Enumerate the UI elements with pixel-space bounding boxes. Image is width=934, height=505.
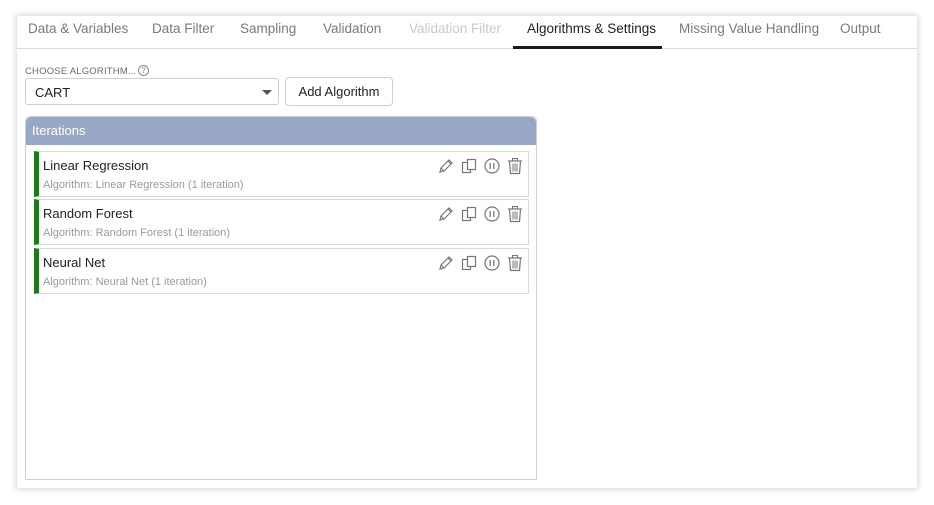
edit-icon[interactable] bbox=[437, 205, 455, 223]
iteration-subtitle: Algorithm: Linear Regression (1 iteratio… bbox=[43, 179, 244, 191]
copy-icon[interactable] bbox=[460, 254, 478, 272]
tab-output[interactable]: Output bbox=[840, 21, 881, 48]
trash-icon[interactable] bbox=[506, 254, 524, 272]
trash-icon[interactable] bbox=[506, 205, 524, 223]
iteration-title: Linear Regression bbox=[43, 158, 149, 173]
algorithm-select[interactable]: CART bbox=[25, 78, 279, 105]
iteration-title: Neural Net bbox=[43, 255, 106, 270]
help-icon[interactable]: ? bbox=[138, 65, 149, 76]
tab-validation-filter: Validation Filter bbox=[409, 21, 502, 36]
tab-validation[interactable]: Validation bbox=[323, 21, 381, 48]
tab-sampling[interactable]: Sampling bbox=[240, 21, 296, 48]
iterations-panel: Iterations Linear Regression Algorithm: … bbox=[25, 116, 537, 480]
trash-icon[interactable] bbox=[506, 157, 524, 175]
algorithm-select-value: CART bbox=[35, 85, 71, 100]
iteration-row[interactable]: Neural Net Algorithm: Neural Net (1 iter… bbox=[34, 248, 529, 294]
iteration-row[interactable]: Linear Regression Algorithm: Linear Regr… bbox=[34, 151, 529, 197]
chevron-down-icon bbox=[262, 90, 272, 95]
tab-data-variables[interactable]: Data & Variables bbox=[28, 21, 128, 48]
edit-icon[interactable] bbox=[437, 157, 455, 175]
iteration-title: Random Forest bbox=[43, 206, 133, 221]
copy-icon[interactable] bbox=[460, 205, 478, 223]
choose-algorithm-label: CHOOSE ALGORITHM... bbox=[25, 66, 137, 77]
tab-algorithms-settings[interactable]: Algorithms & Settings bbox=[513, 16, 662, 49]
tab-data-filter[interactable]: Data Filter bbox=[152, 21, 214, 48]
settings-panel: Data & Variables Data Filter Sampling Va… bbox=[17, 16, 917, 488]
iteration-row[interactable]: Random Forest Algorithm: Random Forest (… bbox=[34, 199, 529, 245]
tab-missing-value-handling[interactable]: Missing Value Handling bbox=[679, 21, 819, 48]
pause-icon[interactable] bbox=[483, 157, 501, 175]
pause-icon[interactable] bbox=[483, 254, 501, 272]
tab-bar: Data & Variables Data Filter Sampling Va… bbox=[17, 16, 917, 49]
iterations-header: Iterations bbox=[26, 117, 536, 145]
iteration-subtitle: Algorithm: Random Forest (1 iteration) bbox=[43, 227, 231, 239]
edit-icon[interactable] bbox=[437, 254, 455, 272]
copy-icon[interactable] bbox=[460, 157, 478, 175]
add-algorithm-button[interactable]: Add Algorithm bbox=[285, 77, 393, 106]
pause-icon[interactable] bbox=[483, 205, 501, 223]
iteration-subtitle: Algorithm: Neural Net (1 iteration) bbox=[43, 276, 207, 288]
